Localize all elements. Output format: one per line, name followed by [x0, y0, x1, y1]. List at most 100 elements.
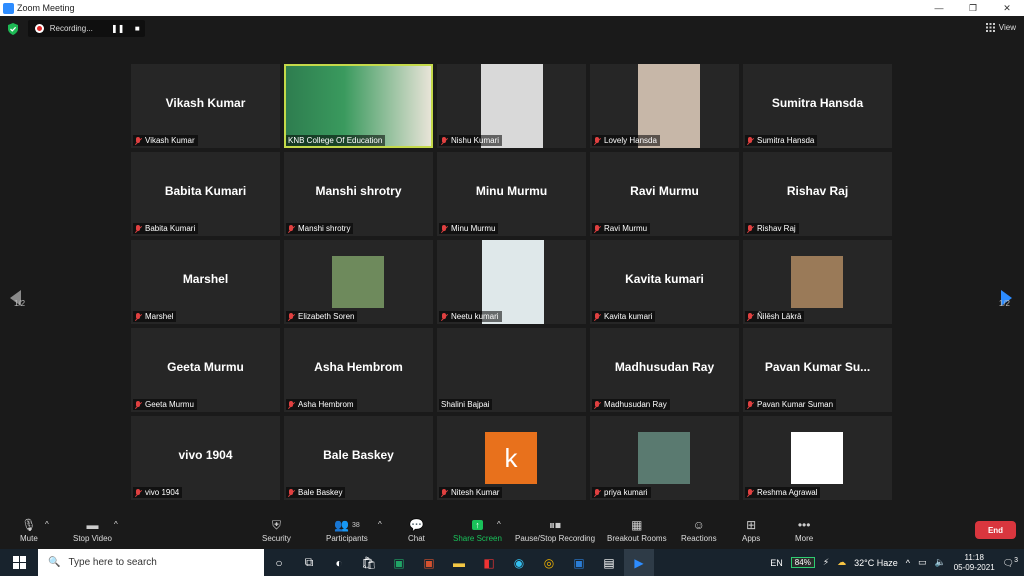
zoom-app-icon — [3, 2, 14, 14]
participant-name: Bale Baskey — [323, 448, 394, 462]
participant-tile[interactable]: Marshel Marshel — [131, 240, 280, 324]
pause-stop-recording-button[interactable]: ⏸⏹ Pause/Stop Recording — [515, 516, 596, 544]
restore-button[interactable]: ❐ — [956, 0, 990, 16]
reactions-button[interactable]: ☺ Reactions — [681, 516, 717, 543]
powerpoint-icon[interactable]: ▣ — [414, 549, 444, 576]
app-icon-1[interactable]: ◐ — [324, 549, 354, 576]
participant-name: Rishav Raj — [786, 184, 849, 198]
recording-status: Recording... — [49, 24, 93, 33]
word-icon[interactable]: ▣ — [564, 549, 594, 576]
participant-tile[interactable]: Pavan Kumar Su... Pavan Kumar Suman — [743, 328, 892, 412]
breakout-rooms-button[interactable]: ▦ Breakout Rooms — [607, 516, 667, 543]
participant-tile[interactable]: priya kumari — [590, 416, 739, 500]
edge-icon[interactable]: ◉ — [504, 549, 534, 576]
muted-mic-icon — [594, 488, 600, 497]
chrome-icon[interactable]: ◎ — [534, 549, 564, 576]
share-options-chevron-icon[interactable]: ^ — [497, 520, 501, 529]
participant-tile[interactable]: Babita Kumari Babita Kumari — [131, 152, 280, 236]
mute-button[interactable]: 🎙 Mute — [20, 516, 38, 543]
stop-recording-button[interactable]: ■ — [130, 22, 146, 35]
participant-tile[interactable]: Elizabeth Soren — [284, 240, 433, 324]
audio-options-chevron-icon[interactable]: ^ — [45, 520, 49, 529]
app-icon-2[interactable]: ▤ — [594, 549, 624, 576]
participant-tile[interactable]: Reshma Agrawal — [743, 416, 892, 500]
chat-label: Chat — [408, 534, 425, 543]
notifications-icon[interactable]: 🗨3 — [1003, 557, 1018, 569]
shield-icon[interactable] — [7, 23, 19, 35]
office-icon[interactable]: ◧ — [474, 549, 504, 576]
shield-icon: ⛨ — [271, 517, 281, 532]
apps-button[interactable]: ⊞ Apps — [742, 516, 760, 543]
participant-label: Rishav Raj — [745, 223, 799, 234]
more-button[interactable]: ••• More — [795, 516, 813, 543]
participant-tile[interactable]: Kavita kumari Kavita kumari — [590, 240, 739, 324]
view-button[interactable]: View — [985, 23, 1016, 32]
participant-tile[interactable]: Ñilēsh Lākrā — [743, 240, 892, 324]
participant-name: Minu Murmu — [475, 184, 548, 198]
participant-tile[interactable]: KNB College Of Education — [284, 64, 433, 148]
muted-mic-icon — [747, 400, 753, 409]
participant-tile[interactable]: Bale Baskey Bale Baskey — [284, 416, 433, 500]
shared-video-frame — [286, 66, 431, 146]
participant-tile[interactable]: Lovely Hansda — [590, 64, 739, 148]
participant-tile[interactable]: Sumitra Hansda Sumitra Hansda — [743, 64, 892, 148]
taskbar-search-input[interactable]: 🔍 Type here to search — [38, 549, 264, 576]
participants-chevron-icon[interactable]: ^ — [378, 520, 382, 529]
participant-tile[interactable]: Shalini Bajpai — [437, 328, 586, 412]
participant-tile[interactable]: Asha Hembrom Asha Hembrom — [284, 328, 433, 412]
clock[interactable]: 11:18 05-09-2021 — [954, 553, 995, 573]
participant-tile[interactable]: vivo 1904 vivo 1904 — [131, 416, 280, 500]
close-button[interactable]: ✕ — [990, 0, 1024, 16]
participant-tile[interactable]: k Nitesh Kumar — [437, 416, 586, 500]
participant-tile[interactable]: Ravi Murmu Ravi Murmu — [590, 152, 739, 236]
participant-tile[interactable]: Neetu kumari — [437, 240, 586, 324]
participant-tile[interactable]: Rishav Raj Rishav Raj — [743, 152, 892, 236]
stop-video-button[interactable]: ▬ Stop Video — [73, 516, 112, 543]
chat-button[interactable]: 💬 Chat — [408, 516, 425, 543]
muted-mic-icon — [288, 488, 294, 497]
participant-label: Marshel — [133, 311, 177, 322]
zoom-taskbar-icon[interactable]: ▶ — [624, 549, 654, 576]
avatar-letter: k — [504, 442, 518, 473]
participant-tile[interactable]: Geeta Murmu Geeta Murmu — [131, 328, 280, 412]
weather-text[interactable]: 32°C Haze — [854, 558, 898, 568]
network-icon[interactable]: ▭ — [918, 557, 927, 568]
meeting-stage: Recording... ❚❚ ■ View 1/2 1/2 Vikash Ku… — [0, 16, 1024, 512]
participants-count: 38 — [351, 521, 360, 529]
muted-mic-icon — [288, 312, 294, 321]
participant-tile[interactable]: Manshi shrotry Manshi shrotry — [284, 152, 433, 236]
participant-tile[interactable]: Minu Murmu Minu Murmu — [437, 152, 586, 236]
file-explorer-icon[interactable]: ▬ — [444, 549, 474, 576]
participant-label: Madhusudan Ray — [592, 399, 670, 410]
participants-button[interactable]: 👥 38 Participants — [326, 516, 368, 543]
minimize-button[interactable]: — — [922, 0, 956, 16]
security-button[interactable]: ⛨ Security — [262, 516, 291, 544]
volume-icon[interactable]: 🔈 — [935, 557, 946, 568]
end-meeting-button[interactable]: End — [975, 521, 1016, 539]
participant-tile[interactable]: Madhusudan Ray Madhusudan Ray — [590, 328, 739, 412]
participant-tile[interactable]: Vikash Kumar Vikash Kumar — [131, 64, 280, 148]
record-icon — [35, 24, 44, 33]
participant-tile[interactable]: Nishu Kumari — [437, 64, 586, 148]
clock-date: 05-09-2021 — [953, 562, 995, 572]
participant-label-text: Lovely Hansda — [604, 136, 657, 145]
cortana-icon[interactable]: ○ — [264, 549, 294, 576]
pause-stop-recording-label: Pause/Stop Recording — [515, 534, 596, 543]
system-tray: EN 84% ⚡ ☁ 32°C Haze ^ ▭ 🔈 11:18 05-09-2… — [770, 549, 1024, 576]
muted-mic-icon — [747, 312, 753, 321]
share-screen-button[interactable]: ↑ Share Screen — [453, 516, 502, 543]
battery-indicator[interactable]: 84% — [790, 557, 815, 568]
language-indicator[interactable]: EN — [770, 558, 783, 568]
muted-mic-icon — [441, 136, 447, 145]
share-screen-label: Share Screen — [453, 534, 502, 543]
task-view-icon[interactable]: ⧉ — [294, 549, 324, 576]
participant-name: Babita Kumari — [164, 184, 247, 198]
store-icon[interactable]: 🛍 — [354, 549, 384, 576]
participant-label: Neetu kumari — [439, 311, 502, 322]
pause-recording-button[interactable]: ❚❚ — [110, 22, 126, 35]
video-options-chevron-icon[interactable]: ^ — [114, 520, 118, 529]
windows-start-icon[interactable] — [0, 556, 38, 569]
tray-chevron-icon[interactable]: ^ — [906, 558, 910, 568]
excel-icon[interactable]: ▣ — [384, 549, 414, 576]
muted-mic-icon — [135, 224, 141, 233]
